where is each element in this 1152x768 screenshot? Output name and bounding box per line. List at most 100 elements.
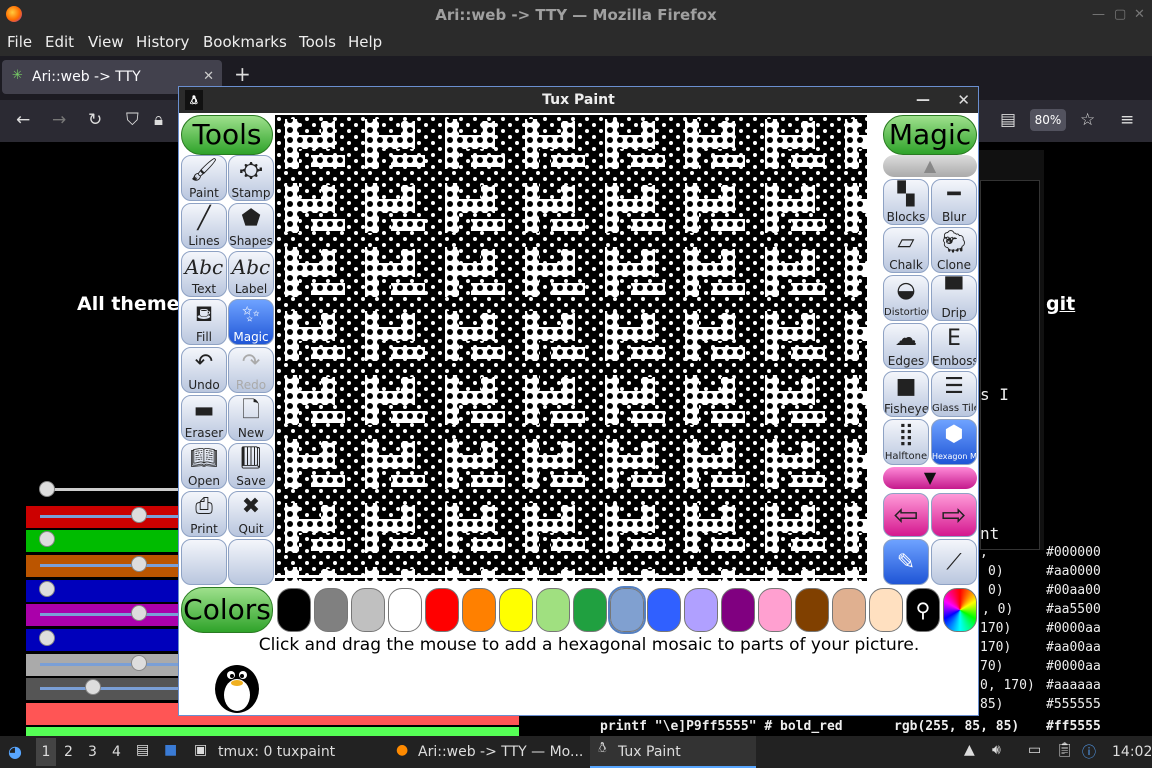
mode-fullscreen-button[interactable]: ⟋ (931, 539, 977, 585)
tool-stamp[interactable]: ⛮ Stamp (228, 155, 274, 201)
magic-glass-tile[interactable]: ☰ Glass Tile (931, 371, 977, 417)
desktop-icon[interactable]: ■ (164, 742, 177, 758)
menu-history[interactable]: History (136, 33, 189, 51)
tool-print[interactable]: ⎙ Print (181, 491, 227, 537)
tool-magic[interactable]: ✨︎ Magic (228, 299, 274, 345)
slider-knob[interactable] (131, 655, 147, 671)
slider-knob[interactable] (39, 531, 55, 547)
magic-halftone[interactable]: ⣿ Halftone (883, 419, 929, 465)
git-link[interactable]: git (1046, 293, 1075, 315)
reload-icon[interactable]: ↻ (88, 110, 102, 130)
minimize-icon[interactable]: — (916, 87, 930, 113)
magic-emboss[interactable]: E Emboss (931, 323, 977, 369)
next-button[interactable]: ⇨ (931, 493, 977, 537)
tool-new[interactable]: 🗋︎ New (228, 395, 274, 441)
workspace-3[interactable]: 3 (88, 744, 97, 760)
magic-blocks[interactable]: ▚ Blocks (883, 179, 929, 225)
files-icon[interactable]: ▤ (136, 742, 149, 758)
lock-icon[interactable]: 🔒︎ (154, 110, 163, 130)
tool-lines[interactable]: ╱ Lines (181, 203, 227, 249)
magic-edges[interactable]: ☁︎ Edges (883, 323, 929, 369)
color-swatch[interactable] (608, 586, 646, 634)
color-swatch[interactable] (758, 588, 792, 632)
task-tuxpaint-active[interactable]: 🐧︎ Tux Paint (590, 736, 756, 768)
tool-eraser[interactable]: ▬ Eraser (181, 395, 227, 441)
color-swatch[interactable] (425, 588, 459, 632)
rainbow-color-picker[interactable] (943, 588, 977, 632)
bookmark-star-icon[interactable]: ☆ (1080, 110, 1095, 130)
tool-paint[interactable]: 🖌︎ Paint (181, 155, 227, 201)
color-swatch[interactable] (795, 588, 829, 632)
color-swatch[interactable] (462, 588, 496, 632)
color-swatch[interactable] (499, 588, 533, 632)
drawing-canvas[interactable] (275, 115, 867, 581)
workspace-4[interactable]: 4 (112, 744, 121, 760)
tool-text[interactable]: Abc Text (181, 251, 227, 297)
shield-icon[interactable]: ⛉ (126, 110, 139, 130)
maximize-icon[interactable]: ▢ (1114, 7, 1126, 22)
close-icon[interactable]: ✕ (1134, 7, 1145, 22)
menu-file[interactable]: File (7, 33, 32, 51)
color-swatch[interactable] (869, 588, 903, 632)
color-swatch[interactable] (388, 588, 422, 632)
magic-chalk[interactable]: ▱ Chalk (883, 227, 929, 273)
color-swatch[interactable] (536, 588, 570, 632)
slider-knob[interactable] (39, 581, 55, 597)
color-swatch[interactable] (314, 588, 348, 632)
task-tmux[interactable]: tmux: 0 tuxpaint (218, 744, 335, 760)
workspace-2[interactable]: 2 (64, 744, 73, 760)
color-swatch[interactable] (832, 588, 866, 632)
tool-open[interactable]: 📖︎ Open (181, 443, 227, 489)
tool-redo[interactable]: ↷ Redo (228, 347, 274, 393)
slider-knob[interactable] (131, 605, 147, 621)
scroll-up-button[interactable]: ▲ (883, 155, 977, 177)
start-menu-icon[interactable]: ◕ (8, 742, 22, 761)
reader-icon[interactable]: ▤ (1000, 110, 1016, 130)
minimize-icon[interactable]: — (1092, 7, 1105, 22)
magic-clone[interactable]: 🐑︎ Clone (931, 227, 977, 273)
back-icon[interactable]: ← (16, 110, 30, 130)
tool-shapes[interactable]: ⬟ Shapes (228, 203, 274, 249)
color-swatch[interactable] (684, 588, 718, 632)
menu-view[interactable]: View (88, 33, 124, 51)
magic-blur[interactable]: ━ Blur (931, 179, 977, 225)
updates-icon[interactable]: ⓘ (1082, 742, 1096, 762)
tool-label[interactable]: Abc Label (228, 251, 274, 297)
color-swatch[interactable] (573, 588, 607, 632)
task-firefox[interactable]: Ari::web -> TTY — Mo... (418, 744, 583, 760)
workspace-1[interactable]: 1 (36, 738, 56, 766)
menu-help[interactable]: Help (348, 33, 382, 51)
volume-icon[interactable]: 🔊︎ (992, 742, 1001, 758)
slider-knob[interactable] (39, 630, 55, 646)
new-tab-icon[interactable]: + (234, 62, 251, 86)
prev-button[interactable]: ⇦ (883, 493, 929, 537)
slider-knob[interactable] (131, 556, 147, 572)
color-swatch[interactable] (647, 588, 681, 632)
network-icon[interactable]: ▭ (1028, 742, 1041, 758)
tool-fill[interactable]: ⛾ Fill (181, 299, 227, 345)
slider-knob[interactable] (131, 507, 147, 523)
menu-tools[interactable]: Tools (299, 33, 336, 51)
scroll-down-button[interactable]: ▼ (883, 467, 977, 489)
color-swatch[interactable] (277, 588, 311, 632)
tool-save[interactable]: 📕︎ Save (228, 443, 274, 489)
close-icon[interactable]: ✕ (957, 87, 970, 113)
forward-icon[interactable]: → (52, 110, 66, 130)
color-picker-icon[interactable]: ⚲ (906, 588, 940, 632)
magic-distortion[interactable]: ◒ Distortion (883, 275, 929, 321)
tool-quit[interactable]: ✖ Quit (228, 491, 274, 537)
color-swatch[interactable] (351, 588, 385, 632)
slider-knob[interactable] (39, 481, 55, 497)
color-swatch[interactable] (721, 588, 755, 632)
magic-drip[interactable]: ▀ Drip (931, 275, 977, 321)
hamburger-menu-icon[interactable]: ≡ (1120, 110, 1134, 130)
clipboard-icon[interactable]: 📋︎ (1056, 742, 1074, 758)
tool-undo[interactable]: ↶ Undo (181, 347, 227, 393)
slider-knob[interactable] (85, 679, 101, 695)
zoom-level[interactable]: 80% (1030, 109, 1066, 131)
menu-edit[interactable]: Edit (45, 33, 74, 51)
mode-paint-button[interactable]: ✎ (883, 539, 929, 585)
menu-bookmarks[interactable]: Bookmarks (203, 33, 287, 51)
clock[interactable]: 14:02 (1112, 744, 1152, 760)
upload-icon[interactable]: ▲ (964, 742, 975, 758)
